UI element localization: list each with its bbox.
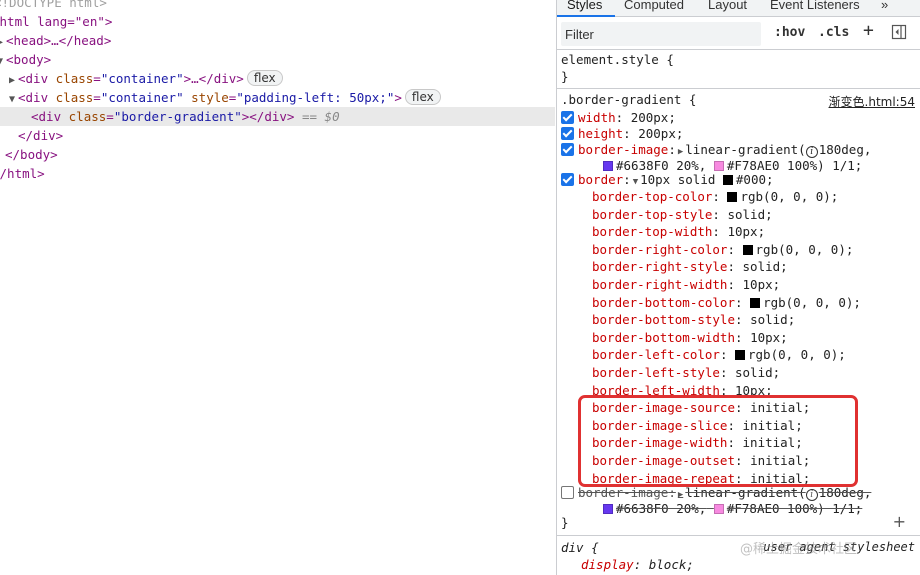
border-gradient-rule: .border-gradient { 渐变色.html:54 width: 20… (557, 90, 920, 536)
container-open-tag: <div class="container"> (18, 71, 192, 86)
div-close-node[interactable]: </div> (18, 126, 63, 145)
longhand-border-top-width[interactable]: border-top-width: 10px; (592, 223, 765, 240)
doctype-node[interactable]: <!DOCTYPE html> (0, 0, 107, 12)
flex-badge[interactable]: flex (404, 89, 441, 105)
container-open-tag-styled: <div class="container" style="padding-le… (18, 90, 402, 105)
checkbox[interactable] (561, 127, 574, 140)
color-swatch-pink[interactable] (713, 504, 724, 514)
rule-selector[interactable]: .border-gradient { (561, 91, 696, 108)
cls-button[interactable]: .cls (818, 25, 849, 40)
longhand-border-right-color[interactable]: border-right-color: rgb(0, 0, 0); (592, 241, 853, 258)
expand-right-icon[interactable]: ▶ (678, 490, 683, 500)
color-swatch-purple[interactable] (603, 161, 613, 171)
ua-rule: div { user agent stylesheet display: blo… (557, 537, 920, 575)
container-node-1[interactable]: ▶ <div class="container">…</div> flex (6, 69, 283, 88)
html-node[interactable]: <html lang="en"> (0, 12, 112, 31)
longhand-border-bottom-width[interactable]: border-bottom-width: 10px; (592, 329, 788, 346)
ua-selector[interactable]: div { (561, 539, 599, 556)
add-declaration-plus-icon[interactable]: + (893, 512, 906, 531)
decl-border-image[interactable]: border-image: ▶ linear-gradient(i 180deg, (561, 141, 871, 158)
head-node[interactable]: ▶<head>…</head> (0, 31, 111, 50)
color-swatch-pink[interactable] (713, 161, 724, 171)
decl-border[interactable]: border: ▼ 10px solid #000; (561, 171, 774, 188)
decl-width[interactable]: width: 200px; (561, 109, 676, 126)
body-node[interactable]: ▼<body> (0, 50, 51, 69)
watermark: @稀土掘金技术社区 (740, 542, 858, 557)
rule-close-brace: } (561, 515, 569, 530)
longhand-border-image-source[interactable]: border-image-source: initial; (592, 399, 810, 416)
color-swatch-black[interactable] (722, 175, 733, 185)
new-rule-plus-icon[interactable]: + (863, 20, 874, 41)
html-close-node[interactable]: </html> (0, 164, 45, 183)
flex-badge[interactable]: flex (246, 70, 283, 86)
more-tabs-icon[interactable]: » (881, 0, 888, 12)
longhand-border-right-width[interactable]: border-right-width: 10px; (592, 276, 780, 293)
longhand-border-right-style[interactable]: border-right-style: solid; (592, 258, 788, 275)
longhand-border-image-width[interactable]: border-image-width: initial; (592, 434, 803, 451)
container-node-2[interactable]: ▼ <div class="container" style="padding-l… (6, 88, 441, 107)
color-swatch-purple[interactable] (603, 504, 613, 514)
longhand-border-left-width[interactable]: border-left-width: 10px; (592, 382, 773, 399)
hov-button[interactable]: :hov (774, 25, 805, 40)
decl-height[interactable]: height: 200px; (561, 125, 683, 142)
color-swatch-black[interactable] (742, 244, 753, 255)
decl-border-image-overridden-stops: #6638F0 20%, #F78AE0 100%) 1/1; (603, 500, 862, 517)
selected-marker: == $0 (301, 109, 340, 124)
tab-styles[interactable]: Styles (567, 0, 602, 12)
longhand-border-left-style[interactable]: border-left-style: solid; (592, 364, 780, 381)
checkbox[interactable] (561, 111, 574, 124)
decl-display[interactable]: display: block; (581, 556, 694, 573)
color-swatch-black[interactable] (727, 192, 738, 202)
longhand-border-image-slice[interactable]: border-image-slice: initial; (592, 417, 803, 434)
expand-right-icon[interactable]: ▶ (678, 147, 683, 157)
body-close-node[interactable]: </body> (5, 145, 58, 164)
checkbox[interactable] (561, 173, 574, 186)
color-swatch-black[interactable] (750, 297, 761, 308)
sidebar-tabbar: Styles Computed Layout Event Listeners » (557, 0, 920, 17)
longhand-border-top-color[interactable]: border-top-color: rgb(0, 0, 0); (592, 188, 838, 205)
styles-pane: Styles Computed Layout Event Listeners »… (556, 0, 920, 575)
tab-event-listeners[interactable]: Event Listeners (770, 0, 860, 12)
sidebar-toggle-icon[interactable] (891, 24, 907, 44)
checkbox[interactable] (561, 143, 574, 156)
tab-computed[interactable]: Computed (624, 0, 684, 12)
active-tab-indicator (557, 15, 615, 17)
expand-down-icon[interactable]: ▼ (633, 177, 638, 187)
filter-input[interactable] (561, 22, 761, 46)
tab-layout[interactable]: Layout (708, 0, 747, 12)
rule-source-link[interactable]: 渐变色.html:54 (829, 93, 915, 110)
checkbox-unchecked[interactable] (561, 486, 574, 499)
element-style-rule: element.style { } (557, 51, 920, 89)
longhand-border-bottom-style[interactable]: border-bottom-style: solid; (592, 311, 795, 328)
styles-toolbar: :hov .cls + (557, 18, 920, 50)
decl-border-image-overridden[interactable]: border-image: ▶ linear-gradient(i 180deg, (561, 484, 871, 501)
longhand-border-left-color[interactable]: border-left-color: rgb(0, 0, 0); (592, 346, 846, 363)
longhand-border-bottom-color[interactable]: border-bottom-color: rgb(0, 0, 0); (592, 294, 861, 311)
selected-node-border-gradient[interactable]: <div class="border-gradient"></div> == $… (0, 107, 555, 126)
longhand-border-image-outset[interactable]: border-image-outset: initial; (592, 452, 810, 469)
element-style-close: } (561, 69, 569, 84)
longhand-border-top-style[interactable]: border-top-style: solid; (592, 206, 773, 223)
border-gradient-tag: <div class="border-gradient"></div> (31, 109, 295, 124)
color-swatch-black[interactable] (735, 350, 745, 361)
element-style-selector[interactable]: element.style { (561, 51, 674, 68)
elements-panel: <!DOCTYPE html> <html lang="en"> ▶<head>… (0, 0, 555, 575)
